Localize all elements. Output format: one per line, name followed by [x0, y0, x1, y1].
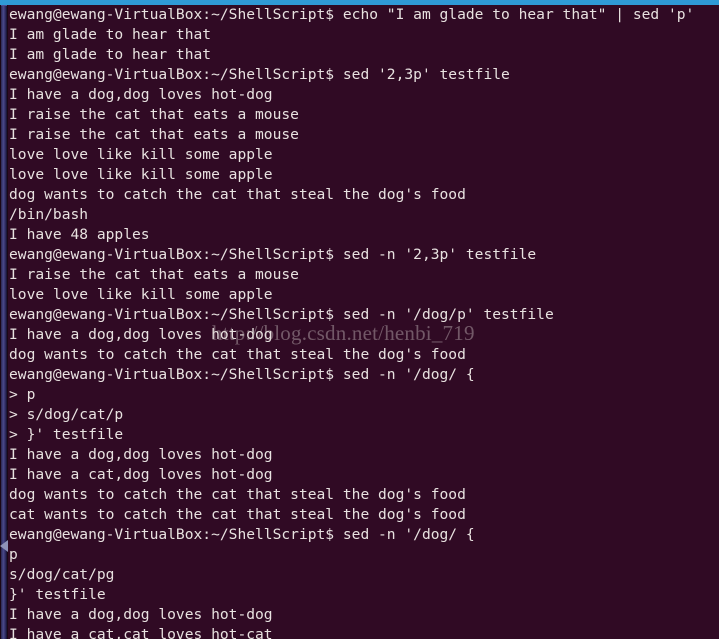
terminal-line: s/dog/cat/pg: [9, 566, 115, 583]
terminal-line: I have 48 apples: [9, 226, 150, 243]
terminal-window: ewang@ewang-VirtualBox:~/ShellScript$ ec…: [0, 0, 719, 639]
terminal-line: love love like kill some apple: [9, 166, 273, 183]
terminal-line: dog wants to catch the cat that steal th…: [9, 186, 466, 203]
terminal-line: I have a cat,dog loves hot-dog: [9, 466, 273, 483]
terminal-line: I have a dog,dog loves hot-dog: [9, 446, 273, 463]
terminal-line: > s/dog/cat/p: [9, 406, 124, 423]
terminal-line: I am glade to hear that: [9, 46, 212, 63]
terminal-line: I have a cat,cat loves hot-cat: [9, 626, 273, 639]
terminal-line: ewang@ewang-VirtualBox:~/ShellScript$ ec…: [9, 6, 695, 23]
terminal-line: > p: [9, 386, 36, 403]
terminal-line: love love like kill some apple: [9, 286, 273, 303]
terminal-line: I have a dog,dog loves hot-dog: [9, 326, 273, 343]
scroll-position-marker-icon: [0, 540, 8, 552]
terminal-line: > }' testfile: [9, 426, 124, 443]
terminal-line: ewang@ewang-VirtualBox:~/ShellScript$ se…: [9, 246, 537, 263]
terminal-line: p: [9, 546, 18, 563]
terminal-line: ewang@ewang-VirtualBox:~/ShellScript$ se…: [9, 66, 510, 83]
terminal-line: cat wants to catch the cat that steal th…: [9, 506, 466, 523]
window-titlebar-strip: [0, 0, 719, 5]
terminal-output[interactable]: ewang@ewang-VirtualBox:~/ShellScript$ ec…: [9, 5, 719, 639]
terminal-line: I have a dog,dog loves hot-dog: [9, 606, 273, 623]
terminal-line: ewang@ewang-VirtualBox:~/ShellScript$ se…: [9, 306, 554, 323]
terminal-line: /bin/bash: [9, 206, 89, 223]
terminal-line: I am glade to hear that: [9, 26, 212, 43]
terminal-line: ewang@ewang-VirtualBox:~/ShellScript$ se…: [9, 366, 475, 383]
terminal-line: I raise the cat that eats a mouse: [9, 126, 299, 143]
terminal-line: I raise the cat that eats a mouse: [9, 266, 299, 283]
terminal-line: ewang@ewang-VirtualBox:~/ShellScript$ se…: [9, 526, 475, 543]
terminal-line: }' testfile: [9, 586, 106, 603]
terminal-line: love love like kill some apple: [9, 146, 273, 163]
terminal-line: I raise the cat that eats a mouse: [9, 106, 299, 123]
terminal-line: dog wants to catch the cat that steal th…: [9, 346, 466, 363]
terminal-line: dog wants to catch the cat that steal th…: [9, 486, 466, 503]
terminal-line: I have a dog,dog loves hot-dog: [9, 86, 273, 103]
